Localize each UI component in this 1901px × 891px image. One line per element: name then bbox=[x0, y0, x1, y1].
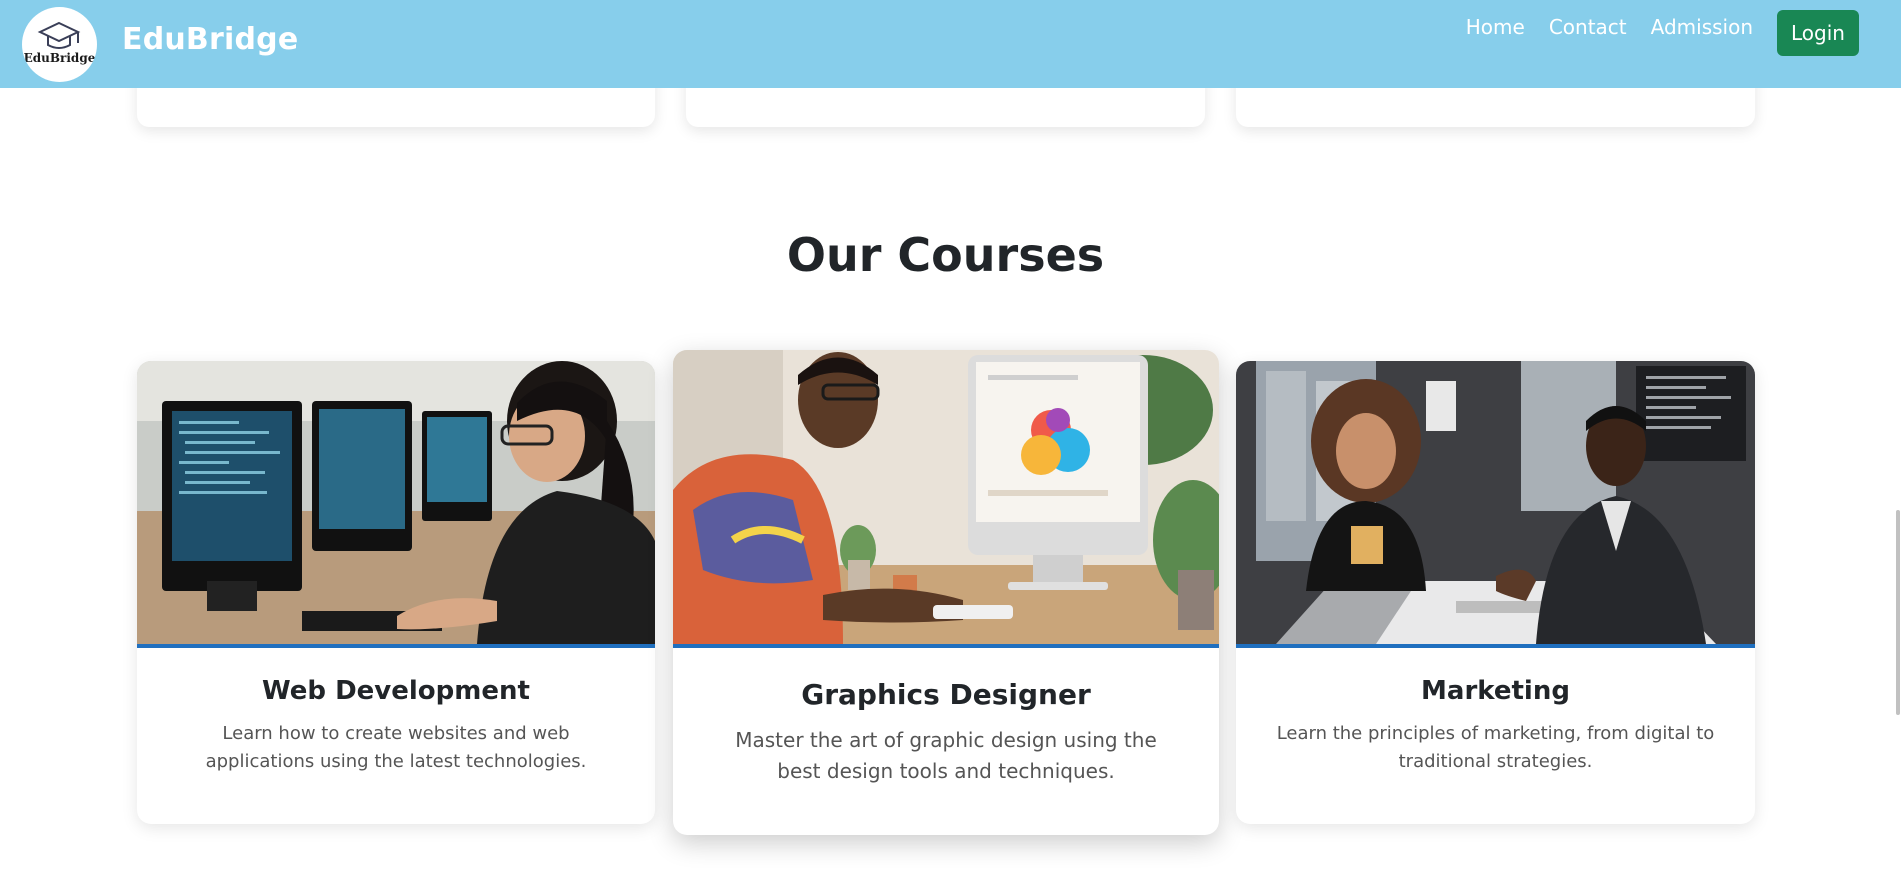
course-title: Marketing bbox=[1421, 676, 1570, 706]
graduation-cap-icon bbox=[37, 21, 81, 49]
course-description: Learn the principles of marketing, from … bbox=[1276, 723, 1715, 772]
scrollbar-track[interactable] bbox=[1895, 88, 1901, 891]
section-title: Our Courses bbox=[786, 228, 1105, 282]
course-card-web-development[interactable]: Web Development Learn how to create webs… bbox=[137, 361, 655, 824]
nav-links: Home Contact Admission bbox=[1466, 15, 1753, 39]
nav-link-contact[interactable]: Contact bbox=[1549, 15, 1627, 39]
course-image-graphics-designer bbox=[673, 350, 1219, 648]
navbar: EduBridge EduBridge Home Contact Admissi… bbox=[0, 0, 1901, 88]
course-description: Learn how to create websites and web app… bbox=[205, 723, 587, 772]
course-card-graphics-designer[interactable]: Graphics Designer Master the art of grap… bbox=[673, 350, 1219, 835]
logo-text: EduBridge bbox=[23, 51, 96, 65]
login-button[interactable]: Login bbox=[1777, 10, 1859, 56]
brand-name[interactable]: EduBridge bbox=[122, 22, 298, 57]
nav-link-admission[interactable]: Admission bbox=[1651, 15, 1753, 39]
nav-link-home[interactable]: Home bbox=[1466, 15, 1525, 39]
course-description: Master the art of graphic design using t… bbox=[735, 728, 1157, 783]
logo[interactable]: EduBridge bbox=[22, 7, 97, 82]
scrollbar-thumb[interactable] bbox=[1896, 510, 1900, 715]
course-image-marketing bbox=[1236, 361, 1755, 648]
course-image-web-development bbox=[137, 361, 655, 648]
course-card-marketing[interactable]: Marketing Learn the principles of market… bbox=[1236, 361, 1755, 824]
course-title: Graphics Designer bbox=[801, 678, 1091, 711]
course-title: Web Development bbox=[262, 676, 530, 706]
